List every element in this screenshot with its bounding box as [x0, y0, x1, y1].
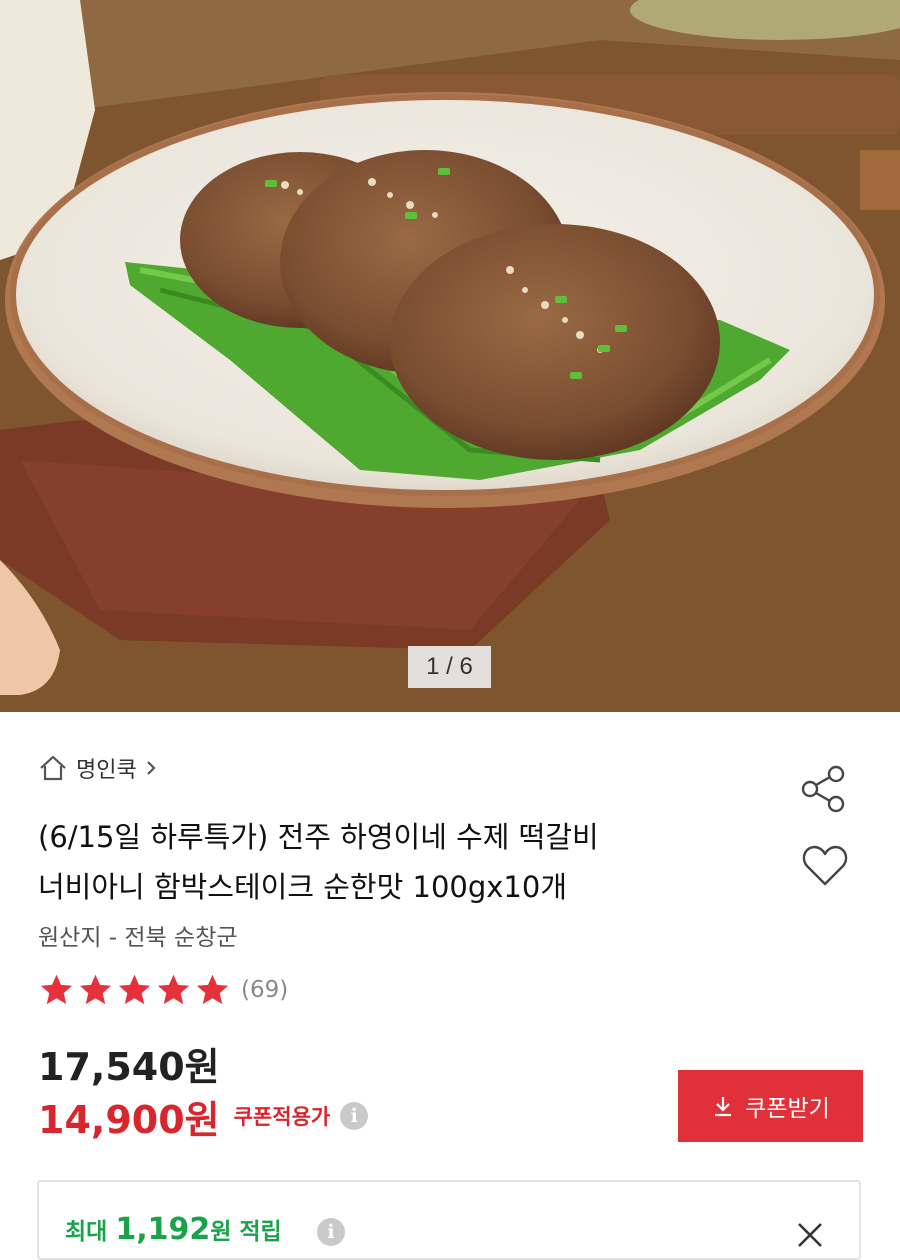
points-suffix: 원 적립	[210, 1219, 282, 1245]
store-link[interactable]: 명인쿡	[38, 752, 157, 784]
original-price: 17,540원	[38, 1045, 220, 1089]
product-photo	[0, 0, 900, 712]
sale-price-row: 14,900원 쿠폰적용가 i	[38, 1090, 369, 1142]
product-title-line-2: 너비아니 함박스테이크 순한맛 100gx10개	[38, 870, 567, 904]
sale-price: 14,900원	[38, 1097, 220, 1142]
share-icon	[801, 765, 845, 813]
close-icon[interactable]	[795, 1220, 825, 1250]
rating-summary[interactable]: (69)	[38, 970, 288, 1010]
star-icon	[40, 974, 73, 1005]
points-banner[interactable]: 최대 1,192원 적립 i	[37, 1180, 861, 1260]
product-image-gallery[interactable]: 1 / 6	[0, 0, 900, 712]
star-icon	[157, 974, 190, 1005]
info-icon[interactable]: i	[340, 1102, 369, 1130]
product-title: (6/15일 하루특가) 전주 하영이네 수제 떡갈비 너비아니 함박스테이크 …	[38, 812, 778, 912]
coupon-price-label: 쿠폰적용가	[233, 1105, 331, 1129]
review-count: (69)	[241, 977, 289, 1003]
product-origin: 원산지 - 전북 순창군	[38, 925, 238, 951]
points-prefix: 최대	[65, 1219, 116, 1245]
star-icon	[118, 974, 151, 1005]
heart-icon	[802, 845, 848, 886]
download-icon	[715, 1097, 732, 1117]
wishlist-button[interactable]	[801, 843, 849, 889]
get-coupon-label: 쿠폰받기	[745, 1096, 830, 1122]
chevron-right-icon	[146, 761, 156, 775]
share-button[interactable]	[800, 764, 850, 814]
points-text: 최대 1,192원 적립	[65, 1212, 282, 1247]
points-info-icon[interactable]: i	[317, 1218, 345, 1246]
points-amount: 1,192	[115, 1212, 211, 1247]
star-icon	[196, 974, 229, 1005]
store-name: 명인쿡	[76, 758, 137, 783]
home-icon	[40, 755, 66, 781]
rating-stars	[38, 972, 231, 1008]
get-coupon-button[interactable]: 쿠폰받기	[678, 1070, 863, 1142]
star-icon	[79, 974, 112, 1005]
image-counter: 1 / 6	[408, 646, 491, 688]
product-title-line-1: (6/15일 하루특가) 전주 하영이네 수제 떡갈비	[38, 820, 599, 854]
